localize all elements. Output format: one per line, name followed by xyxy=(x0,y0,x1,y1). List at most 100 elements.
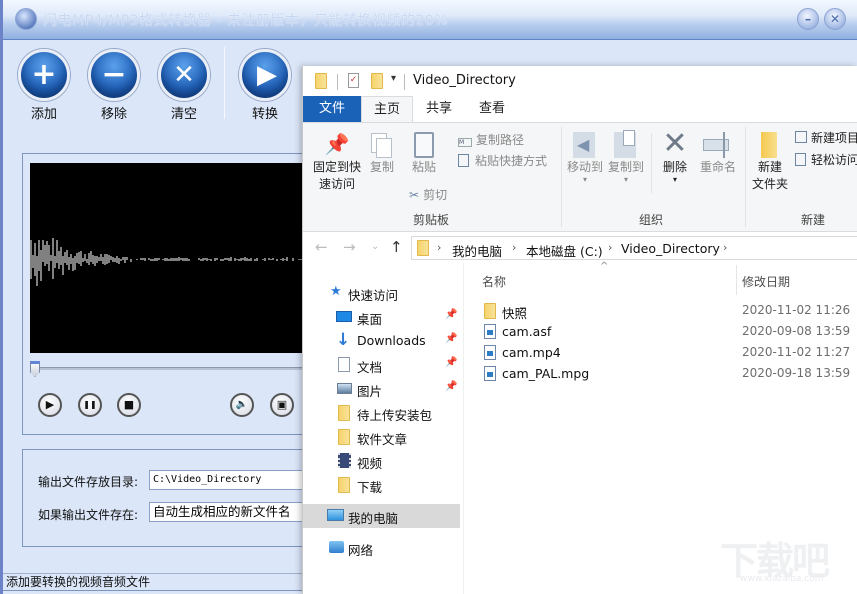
pin-label-line1: 固定到快 xyxy=(312,160,361,174)
nav-item-folder[interactable]: 待上传安装包 xyxy=(303,401,460,425)
chevron-right-icon[interactable]: › xyxy=(437,241,441,254)
play-button[interactable]: ▶ xyxy=(38,393,62,417)
tab-share[interactable]: 共享 xyxy=(415,96,463,123)
watermark: 下载吧 www.xiazaiba.com xyxy=(720,530,855,590)
nav-this-pc[interactable]: 我的电脑 xyxy=(303,504,460,528)
title-bar: 闪电MP4/MP3格式转换器 - 未注册版本，只能转换视频的20% – ✕ xyxy=(3,0,857,40)
new-folder-button[interactable]: 新建 文件夹 xyxy=(749,129,791,193)
breadcrumb-this-pc[interactable]: 我的电脑 xyxy=(452,241,502,260)
nav-item-folder[interactable]: 下载 xyxy=(303,473,460,497)
copy-path-button[interactable]: M 复制路径 xyxy=(458,131,524,148)
recent-dropdown-icon[interactable]: ⌄ xyxy=(371,241,379,252)
qat-dropdown-icon[interactable]: ▾ xyxy=(391,73,396,84)
paste-button[interactable]: 粘贴 xyxy=(407,129,441,176)
file-row[interactable]: cam.mp4 2020-11-02 11:27 xyxy=(464,342,857,363)
tab-home[interactable]: 主页 xyxy=(361,96,413,123)
pause-button[interactable]: ❚❚ xyxy=(78,393,102,417)
output-dir-field[interactable]: C:\Video_Directory xyxy=(149,470,319,490)
nav-item-folder[interactable]: 软件文章 xyxy=(303,425,460,449)
folder-icon xyxy=(338,405,350,421)
navigation-pane: ★ 快速访问 桌面 📌 ↓ Downloads 📌 文档 📌 图片 📌 待上传安… xyxy=(303,263,463,594)
rename-icon xyxy=(697,129,739,159)
seek-track[interactable] xyxy=(30,367,310,370)
forward-arrow-icon[interactable]: → xyxy=(343,238,356,256)
ribbon-tabs: 文件 主页 共享 查看 xyxy=(303,96,857,123)
delete-label: 删除 xyxy=(662,160,687,174)
back-arrow-icon[interactable]: ← xyxy=(315,238,328,256)
nav-network[interactable]: 网络 xyxy=(303,536,460,560)
column-divider[interactable] xyxy=(736,265,737,295)
new-folder-qat-icon[interactable] xyxy=(371,73,383,89)
properties-check-icon[interactable]: ✓ xyxy=(348,73,359,88)
dropdown-arrow-icon: ▾ xyxy=(623,175,628,184)
nav-label: 图片 xyxy=(357,384,383,399)
copy-button[interactable]: 复制 xyxy=(365,129,399,176)
nav-item-pictures[interactable]: 图片 📌 xyxy=(303,377,460,401)
video-file-icon xyxy=(484,324,496,339)
speaker-icon: 🔈 xyxy=(235,399,249,410)
path-icon: M xyxy=(458,138,472,147)
nav-quick-access[interactable]: ★ 快速访问 xyxy=(303,281,460,305)
column-header-name[interactable]: 名称 xyxy=(482,273,506,290)
folder-icon xyxy=(417,240,429,256)
chevron-right-icon[interactable]: › xyxy=(512,241,516,254)
video-preview xyxy=(30,163,310,353)
column-header-modified[interactable]: 修改日期 xyxy=(742,273,790,290)
pin-icon: 📌 xyxy=(324,132,350,156)
easy-access-button[interactable]: 轻松访问 xyxy=(795,151,857,168)
pin-quick-access-button[interactable]: 📌 固定到快 速访问 xyxy=(309,129,365,193)
chevron-right-icon[interactable]: › xyxy=(608,241,612,254)
volume-button[interactable]: 🔈 xyxy=(230,393,254,417)
file-row[interactable]: cam_PAL.mpg 2020-09-18 13:59 xyxy=(464,363,857,384)
nav-item-downloads[interactable]: ↓ Downloads 📌 xyxy=(303,329,460,353)
move-to-button[interactable]: ◀ 移动到 ▾ xyxy=(565,129,605,184)
status-bar: 添加要转换的视频音频文件 xyxy=(3,573,313,591)
delete-button[interactable]: ✕ 删除 ▾ xyxy=(657,129,693,184)
network-icon xyxy=(329,541,344,553)
breadcrumb-video-directory[interactable]: Video_Directory xyxy=(621,241,720,256)
remove-button[interactable]: − 移除 xyxy=(86,49,142,122)
close-button[interactable]: ✕ xyxy=(824,8,846,30)
address-input[interactable]: › 我的电脑 › 本地磁盘 (C:) › Video_Directory › xyxy=(411,236,857,260)
rename-button[interactable]: 重命名 xyxy=(697,129,739,176)
delete-x-icon: ✕ xyxy=(662,126,688,161)
clear-button[interactable]: ✕ 清空 xyxy=(156,49,212,122)
nav-label: 文档 xyxy=(357,360,383,375)
nav-item-desktop[interactable]: 桌面 📌 xyxy=(303,305,460,329)
ribbon-home: 📌 固定到快 速访问 复制 粘贴 M 复制路径 粘贴快捷方式 ✂ 剪切 剪贴板 ◀ xyxy=(303,122,857,232)
paste-shortcut-button[interactable]: 粘贴快捷方式 xyxy=(458,152,547,169)
up-arrow-icon[interactable]: ↑ xyxy=(390,238,403,256)
convert-button[interactable]: ▶ 转换 xyxy=(237,49,293,122)
file-modified: 2020-09-18 13:59 xyxy=(742,366,851,380)
new-item-button[interactable]: 新建项目 xyxy=(795,129,857,146)
organize-group-label: 组织 xyxy=(639,213,664,227)
file-modified: 2020-09-08 13:59 xyxy=(742,324,851,338)
breadcrumb-local-disk[interactable]: 本地磁盘 (C:) xyxy=(526,241,603,260)
stop-icon: ■ xyxy=(123,398,135,411)
tab-file[interactable]: 文件 xyxy=(303,96,361,123)
cut-button[interactable]: ✂ 剪切 xyxy=(409,186,447,203)
clipboard-icon xyxy=(407,129,441,159)
file-row[interactable]: cam.asf 2020-09-08 13:59 xyxy=(464,321,857,342)
tab-view[interactable]: 查看 xyxy=(468,96,516,123)
copy-icon xyxy=(365,129,399,159)
group-separator xyxy=(745,127,746,227)
add-button[interactable]: + 添加 xyxy=(16,49,72,122)
minimize-button[interactable]: – xyxy=(797,8,819,30)
file-name: 快照 xyxy=(502,306,528,321)
snapshot-button[interactable]: ▣ xyxy=(270,393,294,417)
easy-access-label: 轻松访问 xyxy=(811,153,857,167)
file-row[interactable]: 快照 2020-11-02 11:26 xyxy=(464,300,857,321)
stop-button[interactable]: ■ xyxy=(117,393,141,417)
file-modified: 2020-11-02 11:27 xyxy=(742,345,851,359)
quick-access-toolbar: ✓ ▾ Video_Directory xyxy=(303,66,857,96)
nav-item-documents[interactable]: 文档 📌 xyxy=(303,353,460,377)
nav-item-videos[interactable]: 视频 xyxy=(303,449,460,473)
clear-label: 清空 xyxy=(170,107,197,122)
copy-to-button[interactable]: 复制到 ▾ xyxy=(606,129,646,184)
move-to-icon: ◀ xyxy=(565,129,605,159)
exists-behavior-select[interactable]: 自动生成相应的新文件名 xyxy=(149,502,319,522)
video-file-icon xyxy=(484,366,496,381)
chevron-right-icon[interactable]: › xyxy=(723,241,727,254)
sort-ascending-icon: ^ xyxy=(600,261,609,272)
